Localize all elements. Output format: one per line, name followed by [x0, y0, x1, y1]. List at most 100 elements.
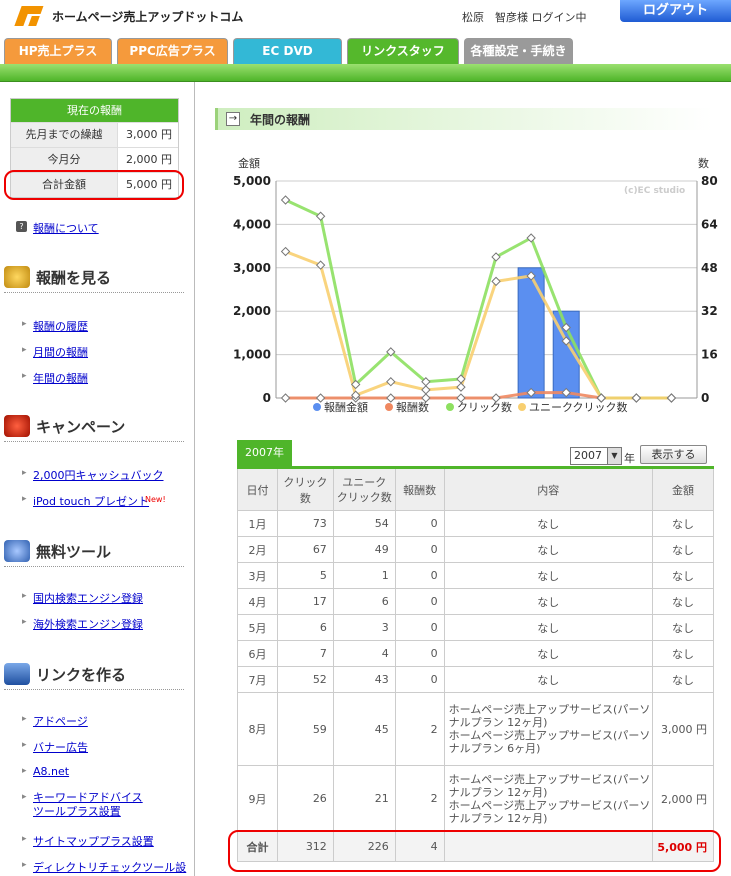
- cell-clicks: 17: [276, 588, 334, 615]
- link-sitemap-plus[interactable]: サイトマッププラス設置: [33, 833, 154, 849]
- logo-mark-icon: [14, 4, 44, 28]
- data-point: [666, 393, 677, 403]
- about-reward-link[interactable]: 報酬について: [33, 220, 99, 236]
- y1-tick-label: 3,000: [233, 261, 271, 275]
- legend-reward-count: 報酬数: [385, 399, 429, 415]
- year-tab[interactable]: 2007年: [237, 440, 292, 466]
- legend-swatch: [446, 403, 454, 411]
- cell-clicks: 59: [276, 692, 334, 766]
- chart-bar: [517, 267, 545, 399]
- tab-link-staff[interactable]: リンクスタッフ: [347, 38, 459, 64]
- cell-clicks: 26: [276, 765, 334, 832]
- table-row: 5月 6 3 0 なし なし: [237, 614, 714, 641]
- tab-underline-bar: [0, 64, 731, 82]
- treasure-box-icon: [4, 415, 30, 437]
- cell-reward-count: 0: [394, 666, 445, 693]
- link-ipod-present[interactable]: iPod touch プレゼント: [33, 493, 149, 509]
- logout-button[interactable]: ログアウト: [620, 0, 731, 22]
- series-line: [284, 198, 672, 400]
- show-button[interactable]: 表示する: [640, 445, 707, 464]
- cell-unique-clicks: 4: [332, 640, 396, 667]
- link-monthly-reward[interactable]: 月間の報酬: [33, 344, 88, 360]
- col-date: 日付: [237, 467, 278, 511]
- link-yearly-reward[interactable]: 年間の報酬: [33, 370, 88, 386]
- cell-content: なし: [443, 588, 654, 615]
- reward-value: 3,000 円: [126, 128, 172, 141]
- page-title-bar: → 年間の報酬: [215, 108, 713, 130]
- year-select[interactable]: 2007 ▼: [570, 447, 622, 465]
- table-row: 9月 26 21 2 ホームページ売上アップサービス(パーソナルプラン 12ヶ月) ホー…: [237, 765, 714, 832]
- link-cashback[interactable]: 2,000円キャッシュバック: [33, 467, 164, 483]
- cell-reward-count: 2: [394, 692, 445, 766]
- cell-date: 1月: [237, 510, 278, 537]
- y1-tick-label: 2,000: [233, 304, 271, 318]
- link-banner-ad[interactable]: バナー広告: [33, 739, 88, 755]
- section-title: リンクを作る: [36, 665, 127, 684]
- link-keyword-advice[interactable]: キーワードアドバイス ツールプラス設置: [33, 791, 153, 819]
- link-overseas-search[interactable]: 海外検索エンジン登録: [33, 616, 143, 632]
- cell-content: なし: [443, 640, 654, 667]
- table-header-row: 日付 クリック数 ユニーク クリック数 報酬数 内容 金額: [237, 467, 714, 511]
- legend-reward-amount: 報酬金額: [313, 399, 368, 415]
- cell-amount: なし: [652, 666, 714, 693]
- cell-date: 6月: [237, 640, 278, 667]
- link-reward-history[interactable]: 報酬の履歴: [33, 318, 88, 334]
- cell-amount: なし: [652, 614, 714, 641]
- y2-tick-label: 80: [701, 174, 718, 188]
- bullet-icon: ▸: [22, 617, 27, 627]
- tab-ppc-ad-plus[interactable]: PPC広告プラス: [117, 38, 228, 64]
- cell-unique-clicks: 1: [332, 562, 396, 589]
- bullet-icon: ▸: [22, 860, 27, 870]
- link-a8net[interactable]: A8.net: [33, 765, 69, 778]
- cell-reward-count: 0: [394, 614, 445, 641]
- data-point: [386, 377, 396, 387]
- cell-clicks: 7: [276, 640, 334, 667]
- cell-reward-count: 0: [394, 510, 445, 537]
- help-icon: ?: [16, 221, 27, 232]
- bullet-icon: ▸: [22, 494, 27, 504]
- link-directory-check[interactable]: ディレクトリチェックツール設置: [33, 859, 194, 876]
- chart-watermark: (c)EC studio: [624, 186, 686, 196]
- y2-tick-label: 32: [701, 304, 718, 318]
- cell-amount: なし: [652, 562, 714, 589]
- cell-date: 4月: [237, 588, 278, 615]
- cell-content: なし: [443, 562, 654, 589]
- cell-date: 5月: [237, 614, 278, 641]
- cell-amount: 2,000 円: [652, 765, 714, 832]
- col-content: 内容: [443, 467, 654, 511]
- cell-date: 2月: [237, 536, 278, 563]
- link-domestic-search[interactable]: 国内検索エンジン登録: [33, 590, 143, 606]
- highlight-ring-table-total: [228, 830, 721, 872]
- tab-hp-sales-plus[interactable]: HP売上プラス: [4, 38, 112, 64]
- cell-content: なし: [443, 510, 654, 537]
- link-ad-page[interactable]: アドページ: [33, 713, 88, 729]
- bullet-icon: ▸: [22, 591, 27, 601]
- cell-reward-count: 0: [394, 588, 445, 615]
- section-campaign: キャンペーン: [4, 415, 184, 442]
- cell-reward-count: 0: [394, 536, 445, 563]
- cell-unique-clicks: 49: [332, 536, 396, 563]
- bullet-icon: ▸: [22, 371, 27, 381]
- site-logo[interactable]: ホームページ売上アップドットコム: [14, 4, 243, 28]
- login-status: ログイン中: [531, 11, 587, 24]
- tab-settings[interactable]: 各種設定・手続き: [464, 38, 573, 64]
- col-clicks: クリック数: [276, 467, 334, 511]
- section-make-links: リンクを作る: [4, 663, 184, 690]
- tab-ec-dvd[interactable]: EC DVD: [233, 38, 342, 64]
- section-title: 報酬を見る: [36, 268, 112, 287]
- gears-icon: [4, 540, 30, 562]
- cell-reward-count: 0: [394, 640, 445, 667]
- bullet-icon: ▸: [22, 740, 27, 750]
- bullet-icon: ▸: [22, 345, 27, 355]
- legend-label: ユニーククリック数: [529, 401, 628, 414]
- data-point: [280, 246, 291, 257]
- cell-amount: なし: [652, 640, 714, 667]
- cell-clicks: 73: [276, 510, 334, 537]
- cell-amount: 3,000 円: [652, 692, 714, 766]
- cell-content: ホームページ売上アップサービス(パーソナルプラン 12ヶ月) ホームページ売上ア…: [443, 765, 654, 832]
- new-badge: New!: [145, 495, 166, 504]
- legend-label: 報酬数: [396, 401, 429, 414]
- coins-icon: [4, 266, 30, 288]
- cell-date: 8月: [237, 692, 278, 766]
- legend-label: クリック数: [457, 401, 512, 414]
